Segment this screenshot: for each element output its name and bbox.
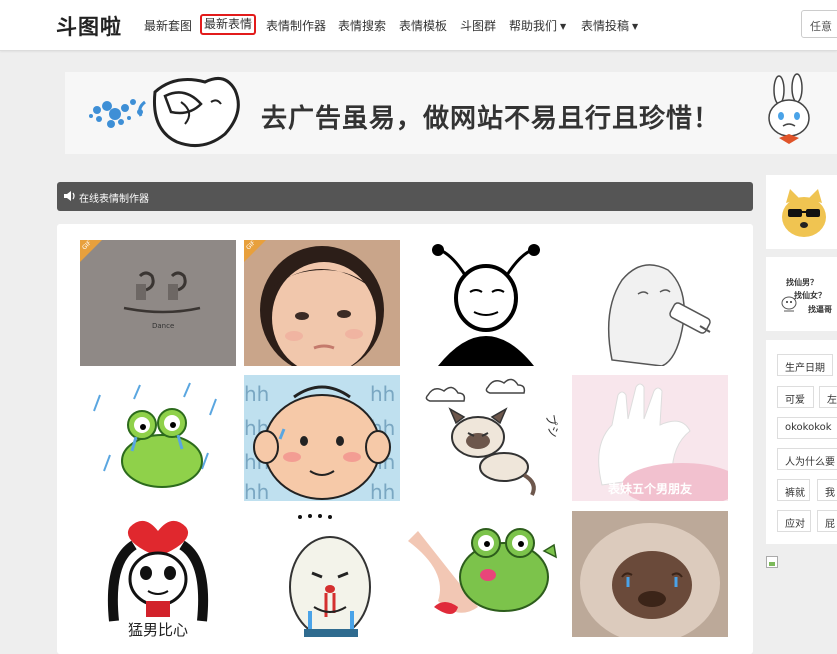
promo-line-1: 找仙男？ [786,278,818,287]
nav-item-latest-emoji[interactable]: 最新表情 [200,14,257,35]
siamese-cat-image: プシ [408,375,564,501]
tag-link[interactable]: 左 [819,386,837,408]
banner-crying-bear-illustration [89,76,240,148]
child-face-photo-image [244,240,400,366]
nav-item-emoji-templates[interactable]: 表情模板 [399,17,447,34]
tag-link[interactable]: 人为什么要 [777,448,837,470]
caret-down-icon: ▼ [560,22,567,31]
sidebar-promo-card[interactable]: 找仙男？ 找仙女？ 找逼哥 [766,257,837,331]
nav-item-help-us[interactable]: 帮助我们 ▼ [509,17,566,34]
nav-item-latest-sets[interactable]: 最新套图 [144,17,192,34]
banner-ad[interactable]: 去广告虽易，做网站不易且行且珍惜！ [65,72,837,154]
section-title-link[interactable]: 在线表情制作器 [79,190,149,205]
emoji-tile[interactable] [244,511,400,637]
crying-blob-photo-image [572,511,728,637]
nav-item-emoji-search[interactable]: 表情搜索 [338,17,386,34]
emoji-tile[interactable]: 猛男比心 [80,511,236,637]
emoji-tile[interactable] [408,511,564,637]
tag-link[interactable]: 可爱 [777,386,814,408]
emoji-tile[interactable] [572,240,728,366]
frog-tongue-image [408,511,564,637]
emoji-tile[interactable]: 表妹五个男朋友 [572,375,728,501]
section-header: 在线表情制作器 [57,182,753,211]
sidebar-tag-cloud: 生产日期 可爱 左 okokokok 人为什么要 裤就 我 应对 屁 [766,340,837,544]
promo-line-2: 找仙女？ [794,291,826,300]
dance-label: Dance [152,322,174,330]
sidebar-sunglasses-dog-card[interactable] [766,175,837,249]
banner-text: 去广告虽易，做网站不易且行且珍惜！ [261,104,721,134]
emoji-tile[interactable] [572,511,728,637]
crying-frog-image [80,375,236,501]
top-navbar: 斗图啦 最新套图 最新表情 表情制作器 表情搜索 表情模板 斗图群 帮助我们 ▼ … [0,0,837,51]
tag-link[interactable]: okokokok [777,417,837,439]
nav-item-submit-label: 表情投稿 [581,19,630,33]
cartoon-boy-image: hhhhhhhh hhhhhhhh [244,375,400,501]
pink-hand-image: 表妹五个男朋友 [572,375,728,501]
svg-text:hh: hh [244,382,269,406]
svg-text:hh: hh [370,382,395,406]
baby-bottle-meme-image [572,240,728,366]
tag-link[interactable]: 应对 [777,510,811,532]
nav-item-help-us-label: 帮助我们 [509,19,558,33]
svg-text:hh: hh [370,480,395,501]
tag-link[interactable]: 屁 [817,510,837,532]
nav-item-emoji-maker[interactable]: 表情制作器 [266,17,326,34]
dance-photo-image: Dance [80,240,236,366]
banner-crying-rabbit-illustration [768,73,810,144]
emoji-tile[interactable] [80,375,236,501]
panda-caption: 猛男比心 [128,621,188,637]
ant-meme-image [408,240,564,366]
search-input[interactable]: 任意 [801,10,837,38]
svg-text:hh: hh [244,480,269,501]
tag-link[interactable]: 裤就 [777,479,810,501]
panda-heart-image: 猛男比心 [80,511,236,637]
nav-item-submit[interactable]: 表情投稿 ▼ [581,17,638,34]
emoji-grid-panel: Dance GIF GIF hh hh hh hh hh hh hh プシ 表妹… [57,224,753,654]
tag-link[interactable]: 我 [817,479,837,501]
caret-down-icon: ▼ [632,22,639,31]
emoji-tile[interactable] [408,240,564,366]
tag-link[interactable]: 生产日期 [777,354,833,376]
nav-item-doutu-group[interactable]: 斗图群 [460,17,496,34]
site-logo[interactable]: 斗图啦 [56,11,122,41]
pink-hand-caption: 表妹五个男朋友 [607,481,692,496]
sunglasses-dog-image [782,189,826,237]
nosebleed-face-image [244,511,400,637]
speaker-icon [64,191,75,201]
promo-line-3: 找逼哥 [808,305,832,314]
emoji-tile[interactable]: Dance GIF [80,240,236,366]
broken-image-icon [766,556,778,568]
emoji-tile[interactable]: プシ [408,375,564,501]
emoji-tile[interactable]: hhhhhhhh hhhhhhhh [244,375,400,501]
emoji-tile[interactable]: GIF [244,240,400,366]
